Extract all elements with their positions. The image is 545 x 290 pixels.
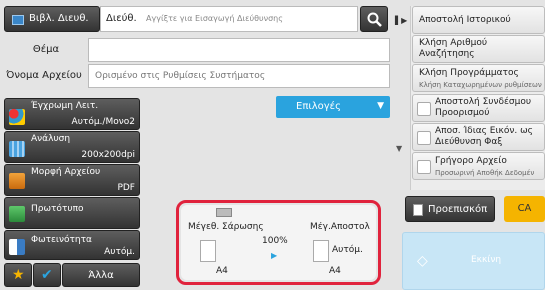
address-input[interactable]: Αγγίξτε για Εισαγωγή Διεύθυνσης: [146, 14, 283, 23]
scroll-down-icon: ▼: [396, 144, 403, 153]
scan-paper-icon: [200, 240, 216, 262]
quick-file-sub: Προσωρινή Αποθήκ Δεδομέν: [435, 169, 535, 177]
chevron-down-icon: ▼: [377, 101, 384, 111]
color-mode-title: Έγχρωμη Λειτ.: [31, 101, 99, 111]
filename-label: Όνομα Αρχείου: [6, 70, 82, 81]
panel-toggle-icon: ▌▶: [395, 16, 408, 25]
send-paper-label: A4: [329, 266, 341, 276]
brightness-title: Φωτεινότητα: [31, 235, 92, 245]
file-format-icon: [9, 173, 25, 189]
call-program-item[interactable]: Κλήση Προγράμματος Κλήση Καταχωρημένων ρ…: [412, 64, 545, 92]
send-paper-icon: [313, 240, 329, 262]
preview-button[interactable]: Προεπισκόπ: [405, 196, 495, 222]
scanner-icon: [216, 208, 232, 217]
brightness-icon: [9, 239, 25, 255]
preview-icon: [413, 204, 423, 216]
original-icon: [9, 206, 25, 222]
quick-file-item[interactable]: Γρήγορο Αρχείο Προσωρινή Αποθήκ Δεδομέν: [412, 152, 545, 180]
preview-label: Προεπισκόπ: [428, 204, 488, 215]
same-image-fax-label: Αποσ. Ίδιας Εικόν. ως Διεύθυνση Φαξ: [435, 126, 533, 147]
panel-scroll-down[interactable]: ▼: [396, 136, 408, 153]
brightness-button[interactable]: Φωτεινότητα Αυτόμ.: [4, 230, 140, 260]
original-button[interactable]: Πρωτότυπο: [4, 197, 140, 229]
send-size-label: Μέγ.Αποστολής: [310, 222, 370, 232]
favorite-button[interactable]: ★: [4, 263, 32, 287]
color-mode-icon: [9, 109, 25, 125]
arrow-right-icon: ▶: [271, 251, 278, 260]
others-button[interactable]: Άλλα: [62, 263, 140, 287]
send-link-checkbox[interactable]: [417, 102, 431, 116]
brightness-value: Αυτόμ.: [104, 247, 135, 257]
panel-toggle-button[interactable]: ▌▶: [390, 6, 410, 32]
ratio-label: 100%: [262, 236, 288, 246]
resolution-title: Ανάλυση: [31, 134, 71, 144]
subject-label: Θέμα: [32, 44, 60, 55]
checkmark-icon: ✔: [41, 267, 53, 283]
resolution-value: 200x200dpi: [81, 150, 135, 160]
search-number-item[interactable]: Κλήση Αριθμού Αναζήτησης: [412, 35, 545, 63]
subject-field[interactable]: [88, 38, 390, 62]
start-label: Εκκίνη: [471, 255, 502, 265]
file-format-title: Μορφή Αρχείου: [31, 167, 101, 177]
send-link-label: Αποστολή Συνδέσμου Προορισμού: [435, 97, 532, 118]
address-book-icon: [12, 15, 24, 25]
send-mode-label: Αυτόμ.: [332, 245, 363, 255]
resolution-button[interactable]: Ανάλυση 200x200dpi: [4, 131, 140, 163]
filename-value: Ορισμένο στις Ρυθμίσεις Συστήματος: [95, 71, 266, 81]
same-image-fax-item[interactable]: Αποσ. Ίδιας Εικόν. ως Διεύθυνση Φαξ: [412, 123, 545, 151]
address-bar[interactable]: Διεύθ. Αγγίξτε για Εισαγωγή Διεύθυνσης: [100, 6, 358, 32]
start-icon: ◇: [417, 253, 428, 269]
send-history-label: Αποστολή Ιστορικού: [419, 15, 511, 25]
ca-label: CA: [517, 203, 532, 214]
color-mode-button[interactable]: Έγχρωμη Λειτ. Αυτόμ./Mονο2: [4, 98, 140, 130]
original-title: Πρωτότυπο: [31, 204, 84, 214]
resolution-icon: [9, 141, 25, 157]
address-book-label: Βιβλ. Διευθ.: [29, 13, 89, 24]
scan-size-label: Μέγεθ. Σάρωσης: [188, 222, 264, 232]
scan-paper-label: A4: [216, 266, 228, 276]
call-program-label: Κλήση Προγράμματος: [419, 68, 519, 78]
filename-field[interactable]: Ορισμένο στις Ρυθμίσεις Συστήματος: [88, 64, 390, 88]
start-button[interactable]: ◇ Εκκίνη: [402, 232, 545, 290]
check-button[interactable]: ✔: [33, 263, 61, 287]
file-format-value: PDF: [117, 183, 135, 193]
search-number-label: Κλήση Αριθμού Αναζήτησης: [419, 38, 488, 59]
options-label: Επιλογές: [296, 101, 341, 112]
search-icon: [367, 12, 382, 27]
call-program-sub: Κλήση Καταχωρημένων ρυθμίσεων: [419, 81, 542, 89]
color-mode-value: Αυτόμ./Mονο2: [71, 117, 135, 127]
star-icon: ★: [12, 267, 25, 283]
same-image-fax-checkbox[interactable]: [417, 131, 431, 145]
send-history-item[interactable]: Αποστολή Ιστορικού: [412, 6, 545, 34]
options-dropdown[interactable]: Επιλογές ▼: [276, 96, 390, 118]
quick-file-checkbox[interactable]: [417, 160, 431, 174]
search-button[interactable]: [360, 6, 388, 32]
file-format-button[interactable]: Μορφή Αρχείου PDF: [4, 164, 140, 196]
ca-button[interactable]: CA: [504, 196, 545, 222]
address-book-button[interactable]: Βιβλ. Διευθ.: [4, 6, 100, 32]
others-label: Άλλα: [88, 270, 114, 281]
quick-file-label: Γρήγορο Αρχείο: [435, 156, 507, 166]
send-link-item[interactable]: Αποστολή Συνδέσμου Προορισμού: [412, 94, 545, 122]
address-label: Διεύθ.: [106, 13, 137, 24]
